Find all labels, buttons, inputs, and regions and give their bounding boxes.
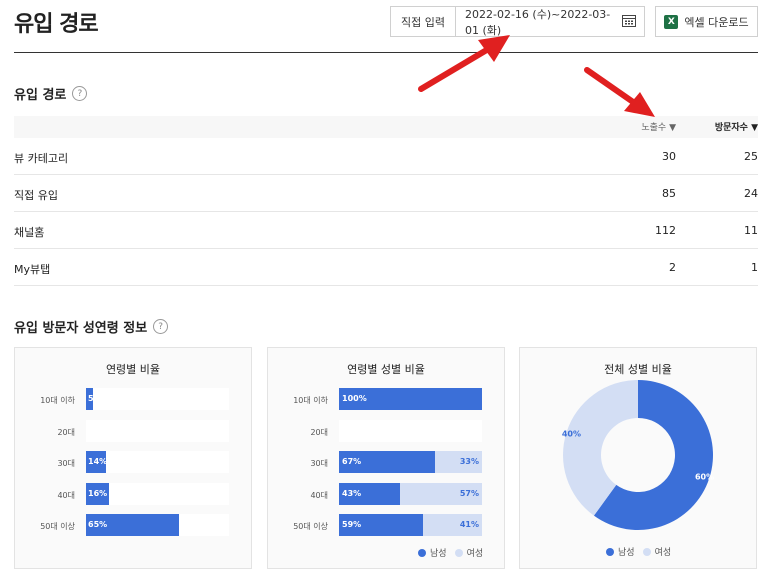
- bar-female: 33%: [434, 451, 482, 473]
- inflow-table-header: 노출수 ▼ 방문자수 ▼: [14, 116, 758, 138]
- date-range-text: 2022-02-16 (수)~2022-03-01 (화): [465, 7, 611, 37]
- excel-download-button[interactable]: X 엑셀 다운로드: [655, 6, 758, 37]
- row-label: 채널홈: [14, 226, 45, 239]
- female-legend-dot: [642, 547, 651, 556]
- row-impressions: 2: [669, 261, 676, 274]
- row-visitors: 1: [751, 261, 758, 274]
- row-impressions: 85: [662, 187, 676, 200]
- chart-title: 연령별 비율: [105, 363, 161, 376]
- bar-male: 67%: [339, 451, 435, 473]
- bar: 16%: [86, 482, 109, 505]
- tick-label: 50대 이상: [40, 522, 75, 531]
- bar-female: 57%: [400, 482, 482, 505]
- bar: 65%: [86, 514, 179, 536]
- demo-section-title: 유입 방문자 성연령 정보 ?: [14, 317, 169, 336]
- bar: 14%: [86, 451, 107, 473]
- bar-track: 67% 33%: [339, 451, 482, 473]
- help-icon[interactable]: ?: [153, 319, 169, 334]
- calendar-icon: [622, 14, 636, 30]
- row-visitors: 11: [744, 224, 758, 237]
- gender-donut-chart: 60% 40%: [562, 380, 714, 530]
- excel-download-label: 엑셀 다운로드: [684, 15, 749, 29]
- tick-label: 10대 이하: [293, 396, 328, 405]
- bar-male: 59%: [339, 514, 424, 536]
- female-legend-dot: [454, 548, 463, 557]
- row-impressions: 112: [655, 224, 676, 237]
- direct-input-button[interactable]: 직접 입력: [390, 6, 456, 37]
- gender-ratio-panel: 전체 성별 비율 60% 40% 남성 여성: [519, 347, 757, 569]
- page-title: 유입 경로: [14, 12, 99, 37]
- bar-track: [339, 419, 482, 442]
- tick-label: 30대: [57, 459, 75, 468]
- age-gender-panel: 연령별 성별 비율 10대 이하 100% 20대 30대 67% 33% 40대 43% 57…: [267, 347, 505, 569]
- header-divider: [14, 52, 758, 53]
- bar: 5: [86, 388, 94, 410]
- data-label: 60%: [695, 473, 714, 482]
- row-visitors: 25: [744, 150, 758, 163]
- row-label: 뷰 카테고리: [14, 152, 69, 165]
- inflow-title-text: 유입 경로: [14, 88, 67, 103]
- arrow-to-impressions-icon: [584, 67, 655, 117]
- row-label: My뷰탭: [14, 263, 51, 276]
- row-label: 직접 유입: [14, 189, 58, 202]
- chart-legend: 남성 여성: [606, 545, 671, 558]
- tick-label: 50대 이상: [293, 522, 328, 531]
- legend-female: 여성: [466, 549, 484, 559]
- male-legend-dot: [606, 547, 614, 556]
- date-range-picker[interactable]: 2022-02-16 (수)~2022-03-01 (화): [455, 6, 645, 37]
- bar-track: 16%: [86, 482, 229, 505]
- bar-track: [86, 419, 229, 442]
- legend-male: 남성: [430, 549, 447, 559]
- bar-female: 41%: [423, 514, 482, 536]
- bar-track: 100%: [339, 388, 482, 410]
- age-ratio-panel: 연령별 비율 10대 이하 5 20대 30대 14% 40대 16% 50대 이상 65%: [14, 347, 252, 569]
- bar-track: 65%: [86, 514, 229, 536]
- bar-track: 43% 57%: [339, 482, 482, 505]
- table-row: 뷰 카테고리 30 25: [14, 138, 758, 175]
- row-visitors: 24: [744, 187, 758, 200]
- chart-title: 연령별 성별 비율: [347, 363, 425, 376]
- tick-label: 10대 이하: [40, 396, 75, 405]
- help-icon[interactable]: ?: [72, 86, 88, 101]
- visitors-column-header[interactable]: 방문자수 ▼: [715, 120, 758, 133]
- data-label: 40%: [562, 429, 581, 438]
- tick-label: 30대: [310, 459, 328, 468]
- legend-male: 남성: [618, 548, 635, 558]
- demo-title-text: 유입 방문자 성연령 정보: [14, 321, 148, 336]
- male-legend-dot: [418, 548, 426, 557]
- tick-label: 40대: [310, 490, 328, 500]
- impressions-column-header[interactable]: 노출수 ▼: [641, 120, 676, 133]
- table-row: 채널홈 112 11: [14, 212, 758, 249]
- tick-label: 20대: [57, 427, 75, 437]
- tick-label: 40대: [57, 490, 75, 500]
- row-impressions: 30: [662, 150, 676, 163]
- chart-title: 전체 성별 비율: [604, 363, 672, 376]
- inflow-section-title: 유입 경로 ?: [14, 84, 88, 103]
- arrow-to-date-icon: [418, 35, 510, 92]
- bar-male: 100%: [339, 388, 482, 410]
- legend-female: 여성: [654, 548, 672, 558]
- tick-label: 20대: [310, 427, 328, 437]
- table-row: 직접 유입 85 24: [14, 175, 758, 212]
- bar-track: 5: [86, 388, 229, 410]
- table-row: My뷰탭 2 1: [14, 249, 758, 286]
- chart-legend: 남성 여성: [418, 546, 483, 559]
- bar-track: 14%: [86, 451, 229, 473]
- excel-icon: X: [664, 14, 679, 29]
- bar-male: 43%: [339, 482, 401, 505]
- bar-track: 59% 41%: [339, 514, 482, 536]
